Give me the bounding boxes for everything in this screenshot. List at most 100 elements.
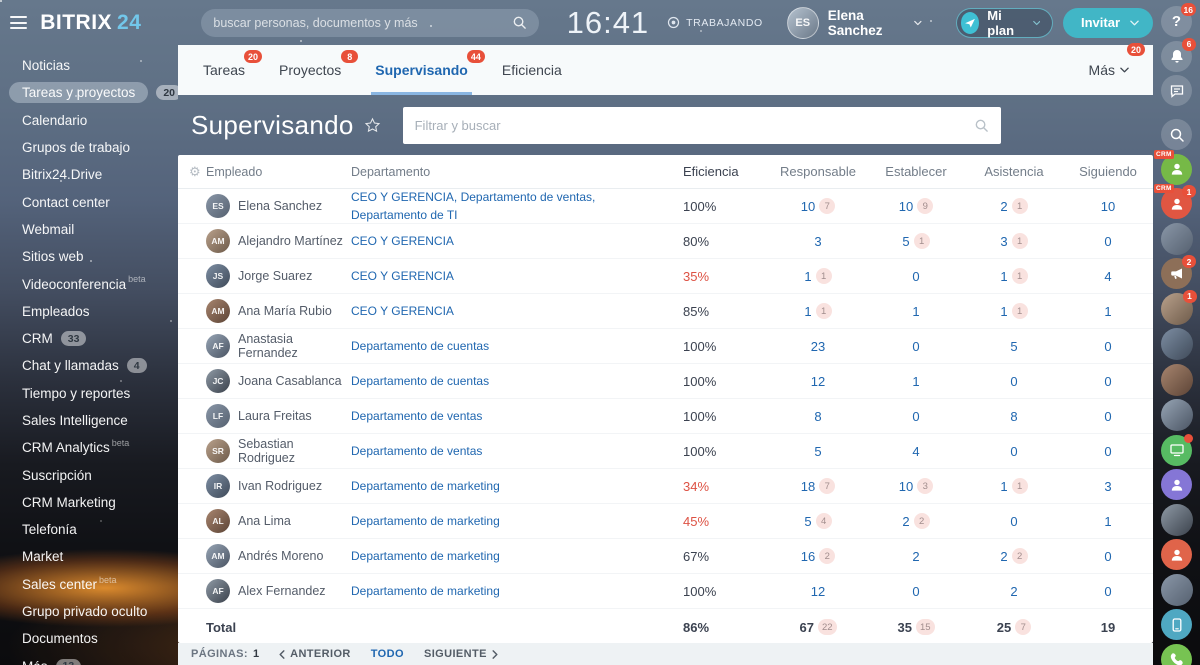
following-count-link[interactable]: 1 <box>1104 514 1111 529</box>
responsible-count-link[interactable]: 12 <box>811 374 825 389</box>
sidebar-item-grupo-privado-oculto[interactable]: Grupo privado oculto <box>0 598 178 625</box>
rail-person-icon[interactable] <box>1161 539 1192 570</box>
rail-person-icon[interactable] <box>1161 469 1192 500</box>
global-search[interactable] <box>201 9 538 37</box>
employee-name[interactable]: Andrés Moreno <box>238 549 323 563</box>
assistance-count-link[interactable]: 0 <box>1010 444 1017 459</box>
department-link[interactable]: CEO Y GERENCIA <box>351 269 454 283</box>
user-menu[interactable]: Elena Sanchez <box>828 8 922 38</box>
col-header-departamento[interactable]: Departamento <box>351 165 681 179</box>
assistance-count-link[interactable]: 5 <box>1010 339 1017 354</box>
employee-name[interactable]: Ivan Rodriguez <box>238 479 322 493</box>
rail-user-avatar[interactable] <box>1161 399 1193 431</box>
employee-name[interactable]: Sebastian Rodriguez <box>238 437 351 465</box>
responsible-count-link[interactable]: 5 <box>804 514 811 529</box>
my-plan-button[interactable]: Mi plan <box>956 8 1053 38</box>
sidebar-item-m-s[interactable]: Más 13 <box>0 653 178 665</box>
sidebar-item-tareas-y-proyectos[interactable]: Tareas y proyectos 20 <box>0 79 178 106</box>
table-row[interactable]: JC Joana Casablanca Departamento de cuen… <box>178 364 1153 399</box>
department-link[interactable]: Departamento de cuentas <box>351 339 489 353</box>
set-count-link[interactable]: 0 <box>912 409 919 424</box>
following-count-link[interactable]: 3 <box>1104 479 1111 494</box>
table-row[interactable]: SR Sebastian Rodriguez Departamento de v… <box>178 434 1153 469</box>
sidebar-item-contact-center[interactable]: Contact center <box>0 188 178 215</box>
sidebar-item-crm-marketing[interactable]: CRM Marketing <box>0 489 178 516</box>
employee-name[interactable]: Laura Freitas <box>238 409 312 423</box>
department-link[interactable]: Departamento de marketing <box>351 584 500 598</box>
sidebar-item-crm-analytics[interactable]: CRM Analytics beta <box>0 434 178 461</box>
tab-proyectos[interactable]: 8 Proyectos <box>262 45 358 95</box>
table-row[interactable]: AL Ana Lima Departamento de marketing 45… <box>178 504 1153 539</box>
responsible-count-link[interactable]: 5 <box>814 444 821 459</box>
responsible-count-link[interactable]: 8 <box>814 409 821 424</box>
following-count-link[interactable]: 4 <box>1104 269 1111 284</box>
employee-name[interactable]: Jorge Suarez <box>238 269 312 283</box>
following-count-link[interactable]: 0 <box>1104 549 1111 564</box>
department-link[interactable]: CEO Y GERENCIA <box>351 234 454 248</box>
employee-name[interactable]: Alex Fernandez <box>238 584 326 598</box>
favorite-star-icon[interactable] <box>364 117 381 134</box>
sidebar-item-chat-y-llamadas[interactable]: Chat y llamadas 4 <box>0 352 178 379</box>
rail-chat-icon[interactable] <box>1161 75 1192 106</box>
rail-person-icon[interactable]: CRM1 <box>1161 188 1192 219</box>
following-count-link[interactable]: 1 <box>1104 304 1111 319</box>
sidebar-item-grupos-de-trabajo[interactable]: Grupos de trabajo <box>0 134 178 161</box>
set-count-link[interactable]: 1 <box>912 304 919 319</box>
department-link[interactable]: Departamento de cuentas <box>351 374 489 388</box>
assistance-count-link[interactable]: 8 <box>1010 409 1017 424</box>
following-count-link[interactable]: 0 <box>1104 409 1111 424</box>
assistance-count-link[interactable]: 2 <box>1000 199 1007 214</box>
sidebar-item-tiempo-y-reportes[interactable]: Tiempo y reportes <box>0 380 178 407</box>
rail-user-avatar[interactable] <box>1161 364 1193 396</box>
filter-input[interactable] <box>415 118 974 133</box>
set-count-link[interactable]: 0 <box>912 269 919 284</box>
assistance-count-link[interactable]: 0 <box>1010 374 1017 389</box>
employee-name[interactable]: Joana Casablanca <box>238 374 342 388</box>
table-row[interactable]: LF Laura Freitas Departamento de ventas … <box>178 399 1153 434</box>
table-row[interactable]: AF Anastasia Fernandez Departamento de c… <box>178 329 1153 364</box>
table-row[interactable]: AM Andrés Moreno Departamento de marketi… <box>178 539 1153 574</box>
department-link[interactable]: Departamento de marketing <box>351 479 500 493</box>
bitrix24-logo[interactable]: BITRIX 24 <box>40 11 141 35</box>
tab-eficiencia[interactable]: Eficiencia <box>485 45 579 95</box>
assistance-count-link[interactable]: 2 <box>1000 549 1007 564</box>
sidebar-item-webmail[interactable]: Webmail <box>0 216 178 243</box>
rail-user-avatar[interactable] <box>1161 223 1193 255</box>
rail-user-avatar[interactable]: 1 <box>1161 293 1193 325</box>
department-link[interactable]: Departamento de ventas <box>351 409 482 423</box>
sidebar-item-market[interactable]: Market <box>0 543 178 570</box>
set-count-link[interactable]: 10 <box>899 479 913 494</box>
responsible-count-link[interactable]: 23 <box>811 339 825 354</box>
rail-user-avatar[interactable] <box>1161 574 1193 606</box>
responsible-count-link[interactable]: 1 <box>804 304 811 319</box>
hamburger-menu-icon[interactable] <box>10 16 27 29</box>
sidebar-item-sitios-web[interactable]: Sitios web <box>0 243 178 270</box>
col-header-asistencia[interactable]: Asistencia <box>965 164 1063 179</box>
set-count-link[interactable]: 10 <box>899 199 913 214</box>
rail-phone-icon[interactable] <box>1161 644 1192 665</box>
tab-more[interactable]: 20 Más <box>1079 45 1139 95</box>
rail-search-icon[interactable] <box>1161 119 1192 150</box>
sidebar-item-documentos[interactable]: Documentos <box>0 625 178 652</box>
employee-name[interactable]: Elena Sanchez <box>238 199 322 213</box>
col-header-siguiendo[interactable]: Siguiendo <box>1063 164 1153 179</box>
sidebar-item-sales-intelligence[interactable]: Sales Intelligence <box>0 407 178 434</box>
all-pages-link[interactable]: TODO <box>371 648 404 660</box>
set-count-link[interactable]: 0 <box>912 584 919 599</box>
following-count-link[interactable]: 0 <box>1104 444 1111 459</box>
sidebar-item-suscripci-n[interactable]: Suscripción <box>0 461 178 488</box>
responsible-count-link[interactable]: 16 <box>801 549 815 564</box>
set-count-link[interactable]: 2 <box>902 514 909 529</box>
assistance-count-link[interactable]: 1 <box>1000 269 1007 284</box>
tab-tareas[interactable]: 20 Tareas <box>186 45 262 95</box>
set-count-link[interactable]: 5 <box>902 234 909 249</box>
work-status[interactable]: TRABAJANDO <box>667 16 763 29</box>
sidebar-item-bitrix24-drive[interactable]: Bitrix24.Drive <box>0 161 178 188</box>
col-header-empleado[interactable]: Empleado <box>206 165 351 179</box>
next-page-link[interactable]: SIGUIENTE <box>424 648 498 660</box>
table-row[interactable]: JS Jorge Suarez CEO Y GERENCIA 35% 11 0 … <box>178 259 1153 294</box>
rail-monitor-icon[interactable] <box>1161 435 1192 466</box>
responsible-count-link[interactable]: 10 <box>801 199 815 214</box>
sidebar-item-noticias[interactable]: Noticias <box>0 52 178 79</box>
table-row[interactable]: AM Alejandro Martínez CEO Y GERENCIA 80%… <box>178 224 1153 259</box>
